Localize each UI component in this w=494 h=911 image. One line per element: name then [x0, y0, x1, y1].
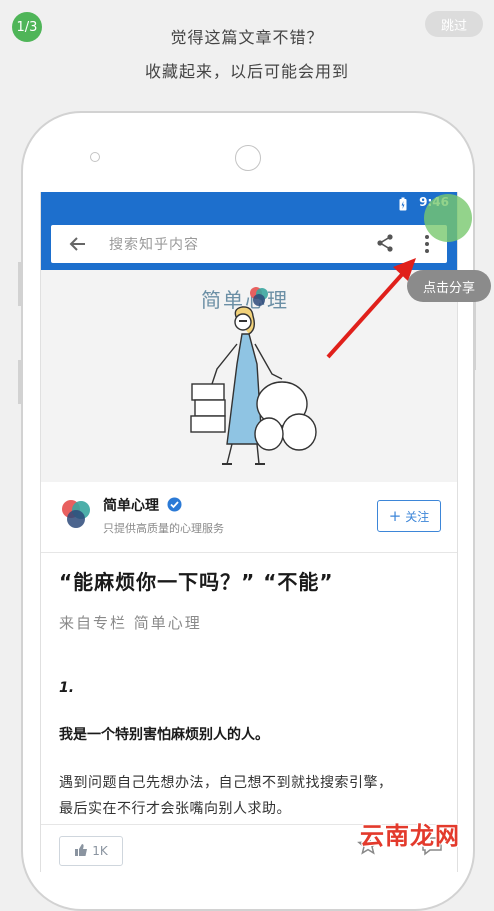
- share-hint-tooltip: 点击分享: [407, 270, 491, 302]
- watermark: 云南龙网: [360, 822, 460, 850]
- pointer-arrow-icon: [326, 258, 416, 359]
